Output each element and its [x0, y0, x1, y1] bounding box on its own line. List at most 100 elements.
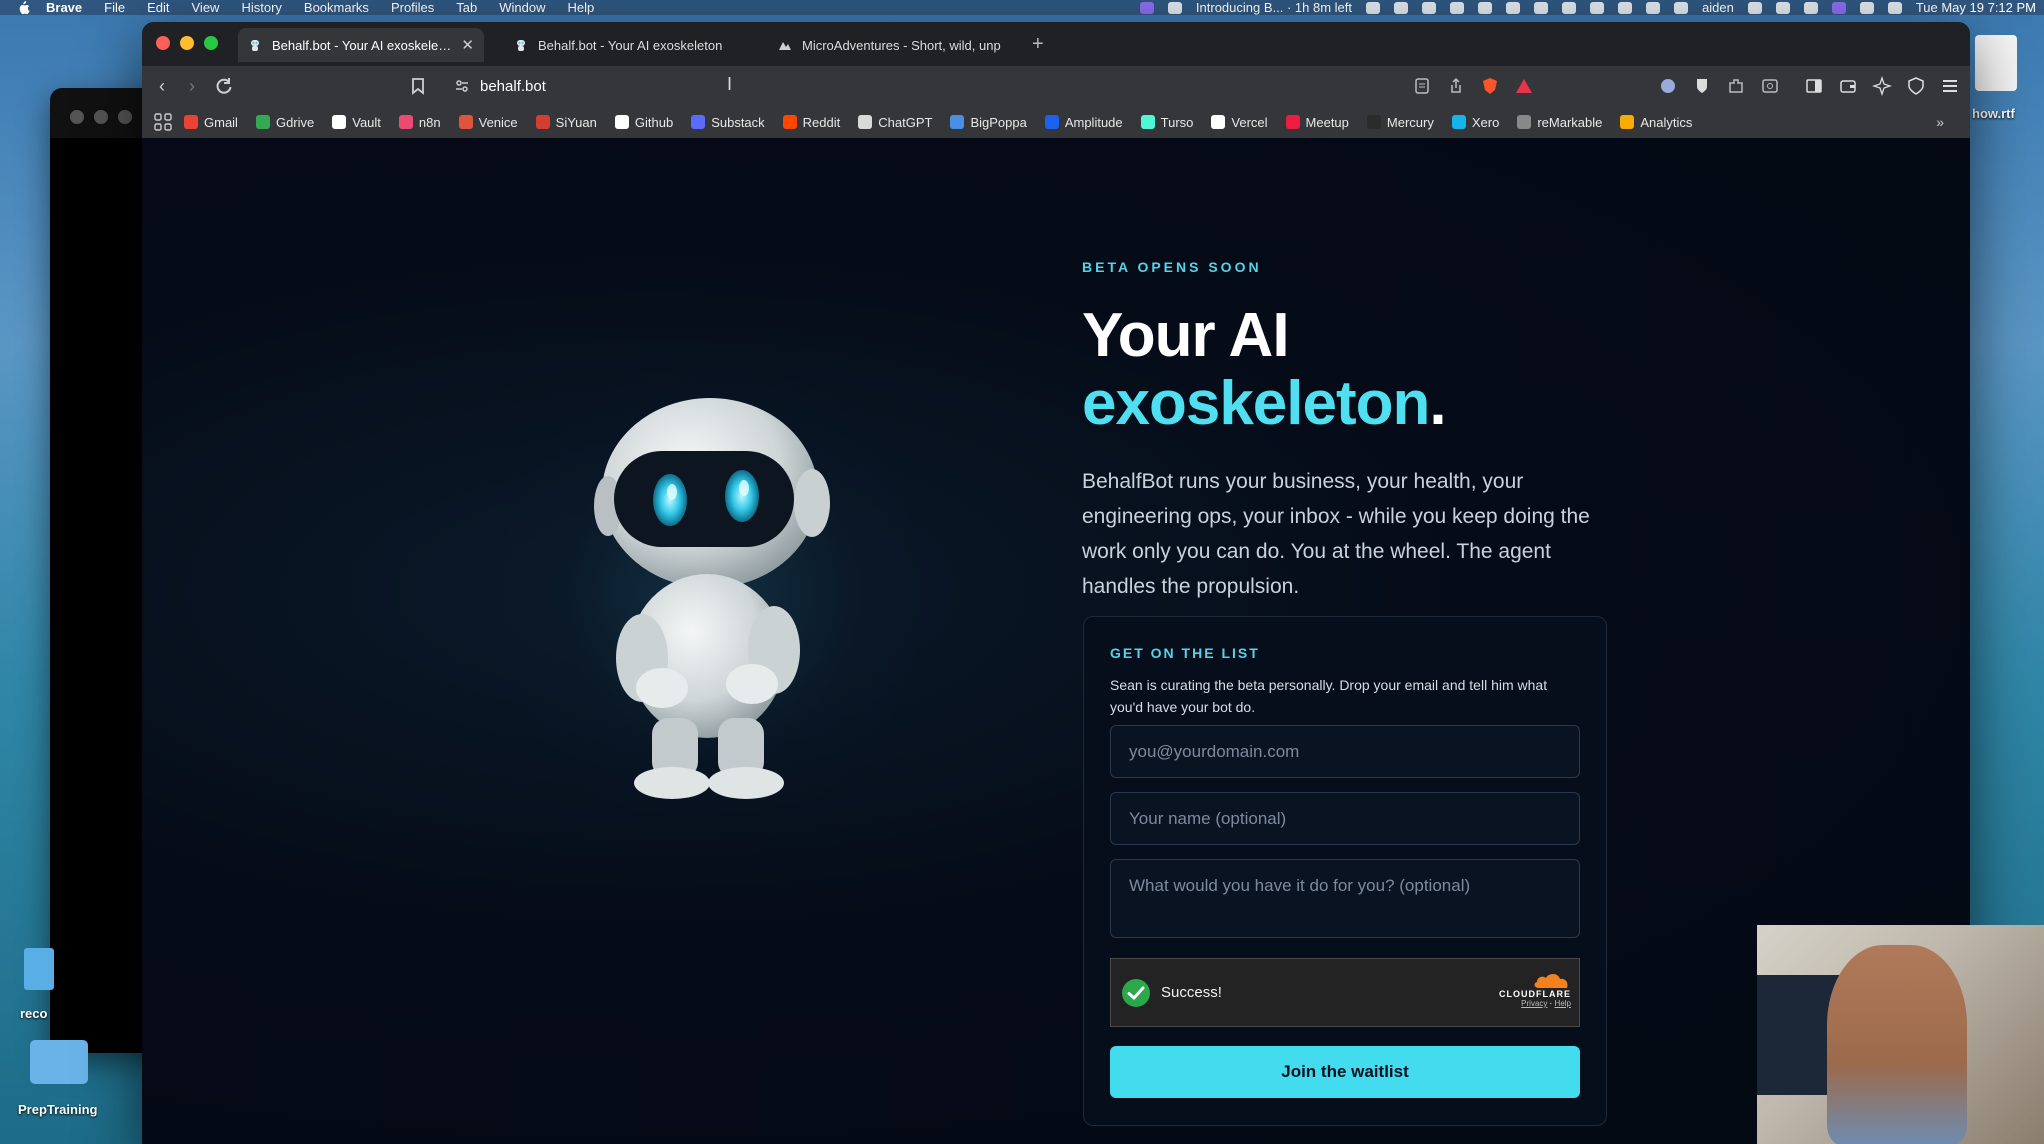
menu-tab[interactable]: Tab: [456, 0, 477, 15]
bitwarden-icon[interactable]: [1692, 76, 1712, 96]
zoom-window-button[interactable]: [204, 36, 218, 50]
menu-bar-clock[interactable]: Tue May 19 7:12 PM: [1916, 0, 2036, 15]
sidebar-toggle-icon[interactable]: [1804, 76, 1824, 96]
siri-icon[interactable]: [1859, 1, 1874, 14]
minimize-window-button[interactable]: [180, 36, 194, 50]
menu-edit[interactable]: Edit: [147, 0, 169, 15]
password-manager-icon[interactable]: [1562, 1, 1576, 14]
site-settings-icon[interactable]: [454, 78, 470, 94]
bookmark-chatgpt[interactable]: ChatGPT: [858, 115, 932, 130]
shield-icon[interactable]: [1366, 1, 1380, 14]
menu-profiles[interactable]: Profiles: [391, 0, 434, 15]
leo-ai-icon[interactable]: [1658, 76, 1678, 96]
grid-icon[interactable]: [1674, 1, 1688, 14]
ai-sparkle-icon[interactable]: [1872, 76, 1892, 96]
privacy-link[interactable]: Privacy: [1521, 999, 1547, 1008]
task-textarea[interactable]: [1110, 859, 1580, 938]
cloud-icon[interactable]: [1394, 1, 1408, 14]
username-label[interactable]: aiden: [1702, 0, 1734, 15]
reader-mode-icon[interactable]: [1412, 76, 1432, 96]
bookmark-vercel[interactable]: Vercel: [1211, 115, 1268, 130]
vpn-shield-icon[interactable]: [1906, 76, 1926, 96]
sync-icon[interactable]: [1534, 1, 1548, 14]
meeting-countdown[interactable]: Introducing B... · 1h 8m left: [1196, 0, 1352, 15]
spotlight-search-icon[interactable]: [1803, 1, 1818, 14]
close-window-button[interactable]: [156, 36, 170, 50]
menu-bookmarks[interactable]: Bookmarks: [304, 0, 369, 15]
apps-grid-icon[interactable]: [154, 113, 172, 131]
mountain-favicon-icon: [779, 42, 791, 50]
bookmark-siyuan[interactable]: SiYuan: [535, 115, 597, 130]
new-tab-button[interactable]: +: [1032, 34, 1044, 54]
reload-icon[interactable]: [214, 76, 234, 96]
menu-view[interactable]: View: [192, 0, 220, 15]
menu-help[interactable]: Help: [568, 0, 595, 15]
back-arrow-icon[interactable]: ‹: [152, 76, 172, 96]
bookmark-github[interactable]: Github: [614, 115, 673, 130]
desktop-folder-label[interactable]: PrepTraining: [18, 1102, 97, 1117]
notification-icon[interactable]: [1887, 1, 1902, 14]
waitlist-heading: GET ON THE LIST: [1110, 645, 1260, 661]
screen-share-icon[interactable]: [1139, 1, 1154, 14]
menu-history[interactable]: History: [241, 0, 281, 15]
bookmark-vault[interactable]: Vault: [332, 115, 381, 130]
wallet-icon[interactable]: [1838, 76, 1858, 96]
bookmark-bigpoppa[interactable]: BigPoppa: [950, 115, 1027, 130]
desktop-file-label[interactable]: how.rtf: [1972, 106, 2015, 121]
help-link[interactable]: Help: [1555, 999, 1571, 1008]
extension-status-icon[interactable]: [1450, 1, 1464, 14]
battery-icon[interactable]: [1747, 1, 1762, 14]
bookmark-icon[interactable]: [408, 76, 428, 96]
desktop-recording-label[interactable]: reco: [20, 1006, 47, 1021]
tab-microadventures[interactable]: MicroAdventures - Short, wild, unp: [768, 28, 1024, 62]
bookmark-turso[interactable]: Turso: [1140, 115, 1193, 130]
tab-search-icon[interactable]: [1760, 76, 1780, 96]
app-status-icon[interactable]: [1422, 1, 1436, 14]
bookmark-substack[interactable]: Substack: [691, 115, 765, 130]
globe-icon[interactable]: [1618, 1, 1632, 14]
success-check-icon: [1122, 978, 1150, 1007]
desktop-recording-icon[interactable]: [24, 948, 54, 990]
bookmarks-overflow-icon[interactable]: »: [1936, 114, 1944, 130]
brightness-icon[interactable]: [1506, 1, 1520, 14]
name-input[interactable]: [1110, 792, 1580, 845]
tab-behalf-active[interactable]: Behalf.bot - Your AI exoskeleton ✕: [238, 28, 484, 62]
desktop-file-icon[interactable]: [1975, 35, 2017, 91]
apple-logo-icon[interactable]: [16, 0, 30, 15]
wifi-icon[interactable]: [1775, 1, 1790, 14]
bookmark-venice[interactable]: Venice: [458, 115, 518, 130]
bookmark-gdrive[interactable]: Gdrive: [255, 115, 314, 130]
bookmark-n8n[interactable]: n8n: [398, 115, 441, 130]
menu-file[interactable]: File: [104, 0, 125, 15]
brave-rewards-icon[interactable]: [1514, 76, 1534, 96]
scripts-icon[interactable]: [1646, 1, 1660, 14]
bookmark-mercury[interactable]: Mercury: [1366, 115, 1434, 130]
control-center-icon[interactable]: [1831, 1, 1846, 14]
extensions-icon[interactable]: [1726, 76, 1746, 96]
forward-arrow-icon[interactable]: ›: [182, 76, 202, 96]
menu-app-name[interactable]: Brave: [46, 0, 82, 15]
vpn-icon[interactable]: [1590, 1, 1604, 14]
bookmark-gmail[interactable]: Gmail: [184, 115, 238, 130]
email-input[interactable]: [1110, 725, 1580, 778]
bookmark-analytics[interactable]: Analytics: [1620, 115, 1692, 130]
url-text[interactable]: behalf.bot: [480, 78, 546, 95]
brave-shields-icon[interactable]: [1480, 76, 1500, 96]
share-icon[interactable]: [1446, 76, 1466, 96]
bookmark-meetup[interactable]: Meetup: [1285, 115, 1349, 130]
join-waitlist-button[interactable]: Join the waitlist: [1110, 1046, 1580, 1098]
venice-icon: [458, 115, 473, 129]
tab-behalf-second[interactable]: Behalf.bot - Your AI exoskeleton: [504, 28, 754, 62]
desktop-folder-icon[interactable]: [30, 1040, 88, 1084]
bookmark-remarkable[interactable]: reMarkable: [1517, 115, 1602, 130]
cloudflare-turnstile-widget[interactable]: Success! CLOUDFLARE Privacy · Help: [1110, 958, 1580, 1027]
cloudflare-branding: CLOUDFLARE Privacy · Help: [1499, 971, 1571, 1008]
screenshot-icon[interactable]: [1167, 1, 1182, 14]
hamburger-menu-icon[interactable]: [1940, 76, 1960, 96]
bookmark-amplitude[interactable]: Amplitude: [1044, 115, 1123, 130]
bookmark-xero[interactable]: Xero: [1451, 115, 1499, 130]
menu-window[interactable]: Window: [499, 0, 545, 15]
bookmark-reddit[interactable]: Reddit: [782, 115, 840, 130]
display-icon[interactable]: [1478, 1, 1492, 14]
close-tab-icon[interactable]: ✕: [461, 36, 474, 54]
